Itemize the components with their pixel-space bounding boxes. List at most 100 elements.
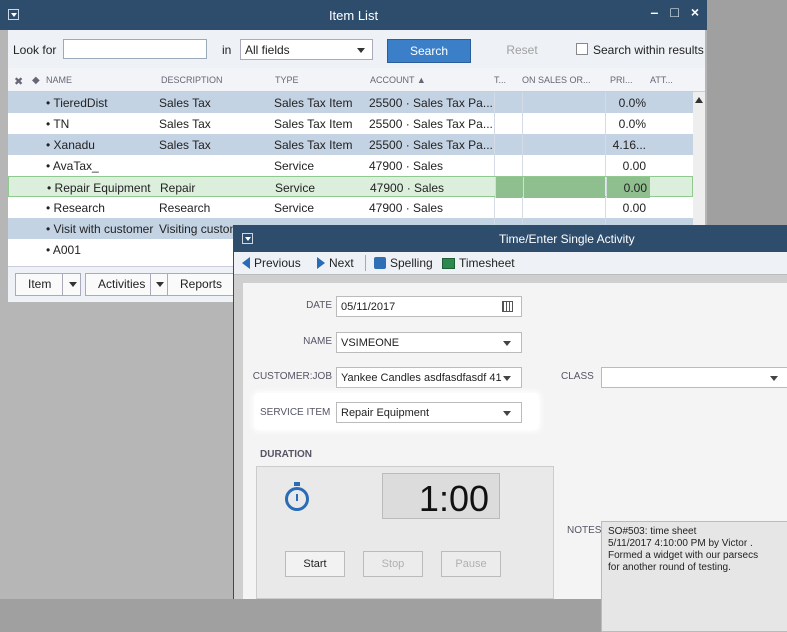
col-header-on-sales-order[interactable]: ON SALES OR... (522, 75, 591, 85)
table-row[interactable]: • TieredDist Sales Tax Sales Tax Item 25500… (8, 92, 693, 113)
reset-button[interactable]: Reset (486, 39, 558, 63)
window-menu-icon[interactable] (242, 233, 253, 244)
chevron-down-icon (503, 376, 511, 381)
chevron-down-icon (69, 282, 77, 287)
spelling-label: Spelling (390, 256, 433, 270)
next-arrow-icon (317, 257, 325, 269)
time-entry-window: Time/Enter Single Activity Previous Next… (233, 225, 787, 632)
previous-label: Previous (254, 256, 301, 270)
fields-select[interactable]: All fields (240, 39, 373, 60)
previous-arrow-icon (242, 257, 250, 269)
stopwatch-icon (285, 482, 309, 511)
bullet-icon: • (46, 138, 54, 152)
next-button[interactable]: Next (317, 256, 354, 270)
class-label: CLASS (561, 371, 594, 382)
activities-menu-button[interactable]: Activities (85, 273, 168, 296)
duration-display[interactable]: 1:00 (382, 473, 500, 519)
reports-menu-label: Reports (180, 277, 223, 291)
search-within-checkbox[interactable] (576, 43, 588, 55)
cell-name: • TieredDist (46, 96, 154, 110)
duration-panel: 1:00 Start Stop Pause (256, 466, 554, 599)
service-item-value: Repair Equipment (341, 407, 430, 419)
calendar-icon[interactable] (502, 301, 513, 312)
bullet-icon: • (46, 201, 54, 215)
bullet-icon: • (47, 181, 55, 195)
cell-description: Sales Tax (159, 96, 211, 110)
table-row[interactable]: • Xanadu Sales Tax Sales Tax Item 25500 · S… (8, 134, 693, 155)
col-header-type[interactable]: TYPE (275, 75, 299, 85)
class-select[interactable] (601, 367, 787, 388)
cell-name-text: Research (53, 201, 105, 215)
timesheet-button[interactable]: Timesheet (442, 256, 515, 270)
service-item-select[interactable]: Repair Equipment (336, 402, 522, 423)
delete-column-icon[interactable]: ✖ (14, 75, 23, 88)
col-header-price[interactable]: PRI... (610, 75, 633, 85)
scroll-up-icon[interactable] (695, 97, 703, 103)
spelling-icon (374, 257, 386, 269)
item-list-toolbar: Look for in All fields Search Reset Sear… (8, 30, 705, 68)
cell-price: 0.00 (622, 201, 646, 215)
reports-menu-button[interactable]: Reports (167, 273, 241, 296)
chevron-down-icon (357, 48, 365, 53)
minimize-icon[interactable]: – (651, 4, 659, 20)
grid-header: ✖ ◆ NAME DESCRIPTION TYPE ACCOUNT ▲ T...… (8, 68, 705, 92)
item-menu-button[interactable]: Item (15, 273, 81, 296)
cell-account: 25500 · Sales Tax Pa... (369, 138, 493, 152)
item-list-titlebar[interactable]: Item List – □ × (0, 0, 707, 30)
time-entry-titlebar[interactable]: Time/Enter Single Activity (234, 225, 787, 252)
look-for-input[interactable] (63, 39, 207, 59)
cell-account: 25500 · Sales Tax Pa... (369, 117, 493, 131)
cell-name: • Visit with customer (46, 222, 154, 236)
col-header-account[interactable]: ACCOUNT ▲ (370, 75, 426, 85)
col-header-description[interactable]: DESCRIPTION (161, 75, 223, 85)
diamond-column-icon[interactable]: ◆ (32, 75, 40, 86)
cell-account: 47900 · Sales (370, 181, 445, 195)
cell-type: Service (274, 159, 315, 173)
notes-textarea[interactable]: SO#503: time sheet 5/11/2017 4:10:00 PM … (601, 521, 787, 632)
timesheet-label: Timesheet (459, 256, 515, 270)
col-header-tax[interactable]: T... (494, 75, 506, 85)
notes-label: NOTES (567, 525, 602, 536)
time-entry-toolbar: Previous Next Spelling Timesheet (234, 252, 787, 275)
stop-button[interactable]: Stop (363, 551, 423, 577)
cell-description: Research (159, 201, 211, 215)
service-item-label: SERVICE ITEM (260, 407, 331, 418)
name-label: NAME (303, 336, 332, 347)
spelling-button[interactable]: Spelling (374, 256, 433, 270)
search-within-label: Search within results (593, 43, 704, 57)
name-select[interactable]: VSIMEONE (336, 332, 522, 353)
activities-menu-label: Activities (98, 277, 146, 291)
cell-name: • AvaTax_ (46, 159, 154, 173)
customer-job-select[interactable]: Yankee Candles asdfasdfasdf 41 (336, 367, 522, 388)
name-value: VSIMEONE (341, 337, 400, 349)
cell-description: Sales Tax (159, 138, 211, 152)
cell-name-text: AvaTax_ (52, 159, 99, 173)
col-header-attachments[interactable]: ATT... (650, 75, 673, 85)
table-row[interactable]: • Repair Equipment Repair Service 47900 · S… (8, 176, 693, 198)
table-row[interactable]: • Research Research Service 47900 · Sales 0.… (8, 197, 693, 218)
customer-job-value: Yankee Candles asdfasdfasdf 41 (341, 372, 502, 384)
restore-icon[interactable]: □ (670, 4, 678, 20)
date-value: 05/11/2017 (341, 301, 396, 313)
date-field[interactable]: 05/11/2017 (336, 296, 522, 317)
date-label: DATE (306, 300, 332, 311)
cell-account: 47900 · Sales (369, 159, 444, 173)
cell-name-text: Repair Equipment (54, 181, 151, 195)
table-row[interactable]: • AvaTax_ Service 47900 · Sales 0.00 (8, 155, 693, 176)
duration-label: DURATION (260, 449, 313, 460)
previous-button[interactable]: Previous (242, 256, 301, 270)
pause-button[interactable]: Pause (441, 551, 501, 577)
cell-name-text: Visit with customer (53, 222, 154, 236)
col-header-name[interactable]: NAME (46, 75, 72, 85)
bullet-icon: • (46, 222, 54, 236)
cell-account: 47900 · Sales (369, 201, 444, 215)
time-entry-title: Time/Enter Single Activity (499, 232, 635, 246)
close-icon[interactable]: × (691, 4, 699, 20)
table-row[interactable]: • TN Sales Tax Sales Tax Item 25500 · Sales… (8, 113, 693, 134)
fields-select-value: All fields (245, 43, 290, 57)
next-label: Next (329, 256, 354, 270)
in-label: in (222, 43, 232, 57)
cell-type: Sales Tax Item (274, 96, 353, 110)
start-button[interactable]: Start (285, 551, 345, 577)
search-button[interactable]: Search (387, 39, 471, 63)
